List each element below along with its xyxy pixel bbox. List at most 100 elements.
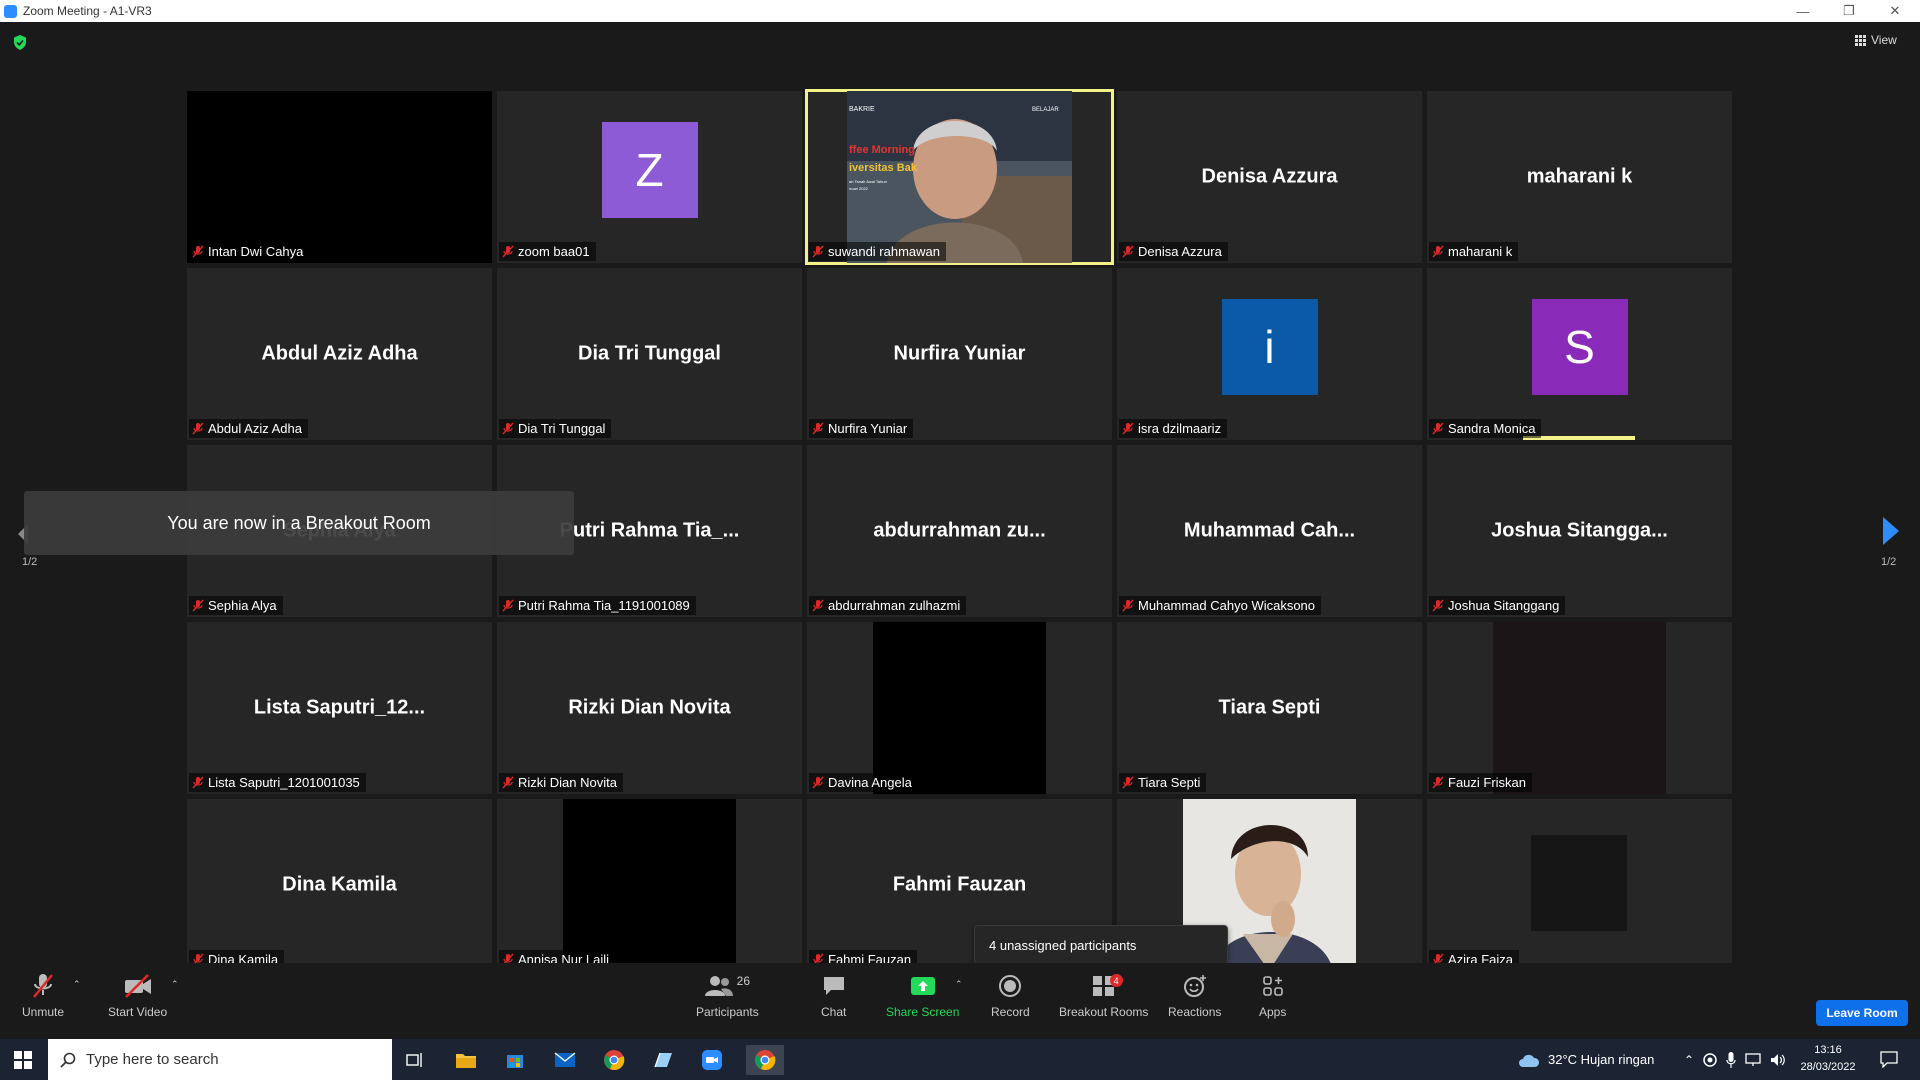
network-icon[interactable] bbox=[1745, 1052, 1761, 1067]
apps-button[interactable]: Apps bbox=[1259, 971, 1286, 1019]
weather-widget[interactable]: 32°C Hujan ringan bbox=[1518, 1039, 1654, 1080]
participants-count: 26 bbox=[736, 974, 751, 988]
windows-start-icon[interactable] bbox=[14, 1051, 32, 1069]
meeting-toolbar: Unmute ⌃ Start Video ⌃ 26 Participants C… bbox=[0, 963, 1920, 1039]
close-window-button[interactable]: ✕ bbox=[1873, 0, 1917, 22]
encryption-shield-icon[interactable] bbox=[13, 35, 27, 50]
video-options-caret-icon[interactable]: ⌃ bbox=[171, 979, 179, 990]
participant-name-label: Sandra Monica bbox=[1429, 419, 1542, 438]
restore-button[interactable]: ❐ bbox=[1827, 0, 1871, 22]
audio-options-caret-icon[interactable]: ⌃ bbox=[73, 979, 81, 990]
avatar-initial: i bbox=[1264, 321, 1275, 373]
muted-mic-icon bbox=[192, 245, 204, 258]
share-options-caret-icon[interactable]: ⌃ bbox=[955, 979, 963, 990]
participant-tile[interactable]: BAKRIE BELAJAR ffee Morning iversitas Bak ah… bbox=[805, 89, 1114, 265]
participants-button[interactable]: 26 Participants bbox=[696, 971, 759, 1019]
participant-name-label: isra dzilmaariz bbox=[1119, 419, 1228, 438]
record-button[interactable]: Record bbox=[991, 971, 1030, 1019]
taskbar-search-box[interactable]: Type here to search bbox=[48, 1039, 392, 1080]
muted-mic-icon bbox=[812, 599, 824, 612]
chrome-active-icon[interactable] bbox=[746, 1045, 784, 1075]
volume-icon[interactable] bbox=[1770, 1053, 1786, 1067]
participant-display-name: Dina Kamila bbox=[282, 873, 397, 896]
zoom-taskbar-icon[interactable] bbox=[697, 1045, 727, 1075]
video-logo-text: BAKRIE bbox=[849, 106, 875, 113]
breakout-rooms-button[interactable]: 4 Breakout Rooms bbox=[1059, 971, 1148, 1019]
muted-mic-icon bbox=[502, 422, 514, 435]
system-tray: ⌃ bbox=[1684, 1039, 1786, 1080]
participant-name-label: Dia Tri Tunggal bbox=[499, 419, 612, 438]
reactions-button[interactable]: Reactions bbox=[1168, 971, 1221, 1019]
unmute-button[interactable]: Unmute bbox=[22, 971, 64, 1019]
tray-microphone-icon[interactable] bbox=[1726, 1051, 1736, 1068]
participant-tile[interactable]: Zzoom baa01 bbox=[497, 91, 802, 263]
tray-app-icon[interactable] bbox=[1703, 1052, 1717, 1067]
clock-date: 28/03/2022 bbox=[1800, 1061, 1856, 1073]
participant-name: Dia Tri Tunggal bbox=[518, 421, 606, 436]
muted-mic-icon bbox=[812, 422, 824, 435]
window-titlebar: Zoom Meeting - A1-VR3 — ❐ ✕ bbox=[0, 0, 1920, 22]
mic-off-icon bbox=[33, 974, 53, 998]
leave-room-button[interactable]: Leave Room bbox=[1816, 1000, 1908, 1026]
next-page-icon[interactable] bbox=[1883, 517, 1899, 545]
participant-tile[interactable]: Joshua Sitangga... Joshua Sitanggang bbox=[1427, 445, 1732, 617]
participant-tile[interactable]: Davina Angela bbox=[807, 622, 1112, 794]
unassigned-participants-tooltip: 4 unassigned participants bbox=[974, 925, 1228, 971]
participant-name-label: Fauzi Friskan bbox=[1429, 773, 1533, 792]
participant-name-label: Putri Rahma Tia_1191001089 bbox=[499, 596, 696, 615]
microsoft-store-icon[interactable] bbox=[500, 1045, 530, 1075]
task-view-icon[interactable] bbox=[400, 1045, 430, 1075]
video-feed bbox=[873, 622, 1046, 794]
meeting-window: View Intan Dwi Cahya Zzoom baa01 BAKRIE BEL… bbox=[0, 22, 1920, 1039]
participant-tile[interactable]: Fauzi Friskan bbox=[1427, 622, 1732, 794]
start-video-button[interactable]: Start Video bbox=[108, 971, 167, 1019]
participant-name: Denisa Azzura bbox=[1138, 244, 1222, 259]
participant-tile[interactable]: Denisa Azzura Denisa Azzura bbox=[1117, 91, 1422, 263]
video-feed bbox=[563, 799, 736, 971]
speaker-video-feed: BAKRIE BELAJAR ffee Morning iversitas Bak ah… bbox=[847, 91, 1072, 263]
windows-taskbar: Type here to search 32°C Hujan ringan ⌃ … bbox=[0, 1039, 1920, 1080]
chat-button[interactable]: Chat bbox=[821, 971, 846, 1019]
video-feed bbox=[187, 91, 492, 263]
participant-name: Tiara Septi bbox=[1138, 775, 1201, 790]
participant-tile[interactable]: Dia Tri Tunggal Dia Tri Tunggal bbox=[497, 268, 802, 440]
participant-tile[interactable]: Lista Saputri_12... Lista Saputri_1201001… bbox=[187, 622, 492, 794]
photos-icon[interactable] bbox=[648, 1045, 678, 1075]
participant-tile[interactable]: Nurfira Yuniar Nurfira Yuniar bbox=[807, 268, 1112, 440]
participant-tile[interactable]: S Sandra Monica bbox=[1427, 268, 1732, 440]
clock-time: 13:16 bbox=[1814, 1044, 1842, 1056]
mail-icon[interactable] bbox=[550, 1045, 580, 1075]
participant-name: Rizki Dian Novita bbox=[518, 775, 617, 790]
participant-tile[interactable]: i isra dzilmaariz bbox=[1117, 268, 1422, 440]
minimize-button[interactable]: — bbox=[1781, 0, 1825, 22]
participant-tile[interactable]: Rizki Dian Novita Rizki Dian Novita bbox=[497, 622, 802, 794]
reactions-icon bbox=[1183, 975, 1206, 997]
participant-display-name: maharani k bbox=[1526, 165, 1633, 188]
record-icon bbox=[999, 975, 1022, 997]
muted-mic-icon bbox=[1122, 776, 1134, 789]
muted-mic-icon bbox=[192, 776, 204, 789]
tray-expand-icon[interactable]: ⌃ bbox=[1684, 1053, 1694, 1067]
participant-tile[interactable]: Tiara Septi Tiara Septi bbox=[1117, 622, 1422, 794]
reactions-label: Reactions bbox=[1168, 1005, 1222, 1019]
participant-tile[interactable]: Azira Faiza bbox=[1427, 799, 1732, 971]
participant-tile[interactable]: Annisa Nur Laili bbox=[497, 799, 802, 971]
participant-name: Muhammad Cahyo Wicaksono bbox=[1138, 598, 1316, 613]
taskbar-clock[interactable]: 13:16 28/03/2022 bbox=[1796, 1042, 1860, 1076]
share-screen-button[interactable]: Share Screen bbox=[886, 971, 959, 1019]
participant-tile[interactable]: abdurrahman zu... abdurrahman zulhazmi bbox=[807, 445, 1112, 617]
participant-tile[interactable]: Intan Dwi Cahya bbox=[187, 91, 492, 263]
avatar: Z bbox=[601, 122, 698, 218]
participant-tile[interactable]: Abdul Aziz Adha Abdul Aziz Adha bbox=[187, 268, 492, 440]
view-button[interactable]: View bbox=[1855, 33, 1897, 47]
participant-tile[interactable]: maharani k maharani k bbox=[1427, 91, 1732, 263]
participant-tile[interactable]: Muhammad Cah... Muhammad Cahyo Wicaksono bbox=[1117, 445, 1422, 617]
video-feed bbox=[1531, 835, 1627, 931]
participant-name-label: Rizki Dian Novita bbox=[499, 773, 623, 792]
video-feed bbox=[1493, 622, 1666, 794]
participant-tile[interactable]: Dina Kamila Dina Kamila bbox=[187, 799, 492, 971]
muted-mic-icon bbox=[1432, 245, 1444, 258]
chrome-icon[interactable] bbox=[599, 1045, 629, 1075]
file-explorer-icon[interactable] bbox=[451, 1045, 481, 1075]
notifications-icon[interactable] bbox=[1880, 1051, 1898, 1068]
